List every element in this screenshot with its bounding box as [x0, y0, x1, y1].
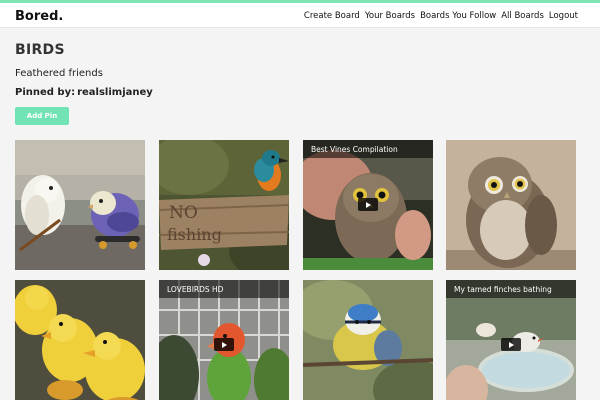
top-navbar: Bored. Create Board Your Boards Boards Y…	[0, 0, 600, 28]
svg-text:fishing: fishing	[167, 225, 222, 244]
pinned-by-user: realslimjaney	[77, 87, 153, 98]
pin-caption: LOVEBIRDS HD	[159, 280, 289, 298]
play-icon[interactable]	[358, 198, 378, 211]
pin-image-blue-tit	[303, 280, 433, 400]
pin-tile[interactable]	[15, 140, 145, 270]
pin-tile[interactable]	[15, 280, 145, 400]
svg-text:NO: NO	[169, 203, 198, 223]
pin-image-kingfisher: NO fishing	[159, 140, 289, 270]
pin-tile[interactable]: My tamed finches bathing	[446, 280, 576, 400]
nav-boards-you-follow[interactable]: Boards You Follow	[420, 11, 496, 21]
pin-tile[interactable]: LOVEBIRDS HD	[159, 280, 289, 400]
board-title: BIRDS	[15, 42, 65, 58]
pin-caption: Best Vines Compilation	[303, 140, 433, 158]
board-description: Feathered friends	[15, 68, 103, 79]
pin-tile[interactable]	[303, 280, 433, 400]
pin-image-small-owl	[446, 140, 576, 270]
pinned-by: Pinned by: realslimjaney	[15, 87, 153, 98]
brand-logo[interactable]: Bored.	[15, 9, 63, 24]
nav-logout[interactable]: Logout	[549, 11, 578, 21]
pin-tile[interactable]	[446, 140, 576, 270]
play-icon[interactable]	[501, 338, 521, 351]
pin-tile[interactable]: Best Vines Compilation	[303, 140, 433, 270]
pin-tile[interactable]: NO fishing	[159, 140, 289, 270]
pin-image-ducklings	[15, 280, 145, 400]
play-icon[interactable]	[214, 338, 234, 351]
main-nav: Create Board Your Boards Boards You Foll…	[304, 11, 578, 21]
pin-image-budgies	[15, 140, 145, 270]
nav-all-boards[interactable]: All Boards	[501, 11, 544, 21]
add-pin-button[interactable]: Add Pin	[15, 107, 69, 125]
pinned-by-label: Pinned by:	[15, 87, 76, 98]
nav-create-board[interactable]: Create Board	[304, 11, 360, 21]
pin-caption: My tamed finches bathing	[446, 280, 576, 298]
nav-your-boards[interactable]: Your Boards	[365, 11, 415, 21]
